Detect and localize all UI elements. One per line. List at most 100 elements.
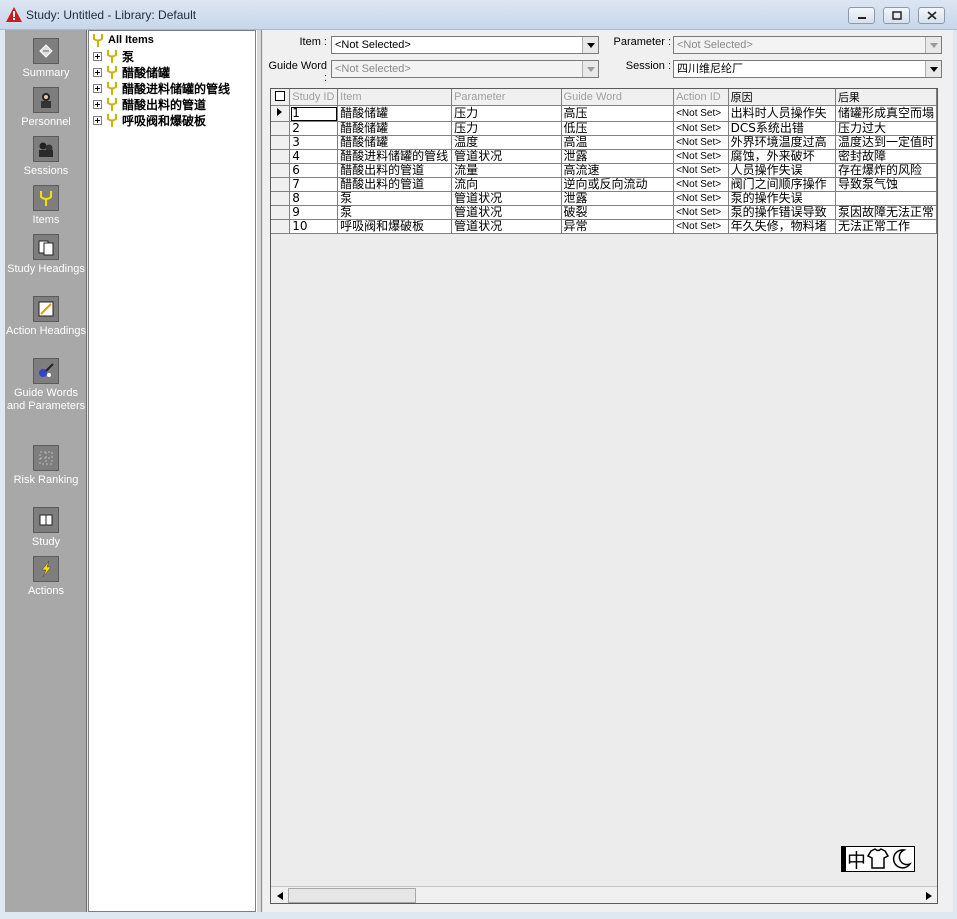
cell-action-id[interactable]: <Not Set>	[673, 163, 729, 178]
ime-drag-handle[interactable]	[842, 847, 846, 871]
nav-sessions[interactable]: Sessions	[5, 136, 87, 178]
cell-consequence[interactable]: 储罐形成真空而塌	[835, 105, 937, 122]
nav-study-headings[interactable]: Study Headings	[5, 234, 87, 276]
table-row[interactable]: 3 醋酸储罐 温度 高温 <Not Set> 外界环境温度过高 温度达到一定值时	[271, 135, 937, 150]
cell-parameter[interactable]: 管道状况	[451, 205, 562, 220]
table-row[interactable]: 4 醋酸进料储罐的管线 管道状况 泄露 <Not Set> 腐蚀，外来破坏 密封…	[271, 149, 937, 164]
minimize-button[interactable]	[848, 7, 875, 24]
cell-consequence[interactable]: 温度达到一定值时	[835, 135, 937, 150]
horizontal-scrollbar[interactable]	[271, 886, 937, 903]
cell-guide-word[interactable]: 高压	[561, 105, 675, 122]
dropdown-arrow-icon[interactable]	[925, 37, 941, 53]
dropdown-arrow-icon[interactable]	[925, 61, 941, 77]
cell-item[interactable]: 泵	[337, 205, 453, 220]
cell-study-id[interactable]: 4	[289, 149, 339, 164]
half-moon-icon[interactable]	[890, 848, 913, 870]
cell-consequence[interactable]	[835, 191, 937, 206]
table-row[interactable]: 1 醋酸储罐 压力 高压 <Not Set> 出料时人员操作失 储罐形成真空而塌	[271, 105, 937, 122]
cell-guide-word[interactable]: 异常	[561, 219, 675, 234]
cell-action-id[interactable]: <Not Set>	[673, 191, 729, 206]
table-row[interactable]: 10 呼吸阀和爆破板 管道状况 异常 <Not Set> 年久失修，物料堵 无法…	[271, 219, 937, 234]
cell-parameter[interactable]: 管道状况	[451, 149, 562, 164]
dropdown-arrow-icon[interactable]	[582, 37, 598, 53]
cell-parameter[interactable]: 流向	[451, 177, 562, 192]
cell-parameter[interactable]: 管道状况	[451, 219, 562, 234]
cell-item[interactable]: 醋酸出料的管道	[337, 163, 453, 178]
cell-cause[interactable]: 年久失修，物料堵	[728, 219, 836, 234]
cell-guide-word[interactable]: 低压	[561, 121, 675, 136]
panel-splitter[interactable]	[256, 30, 262, 912]
cell-parameter[interactable]: 压力	[451, 121, 562, 136]
ime-mode-indicator[interactable]: 中	[847, 846, 866, 873]
cell-cause[interactable]: DCS系统出错	[728, 121, 836, 136]
col-header-consequence[interactable]: 后果	[835, 89, 937, 106]
table-row[interactable]: 8 泵 管道状况 泄露 <Not Set> 泵的操作失误	[271, 191, 937, 206]
cell-action-id[interactable]: <Not Set>	[673, 177, 729, 192]
col-header-action-id[interactable]: Action ID	[673, 89, 729, 106]
scroll-left-button[interactable]	[271, 887, 288, 904]
row-selector[interactable]	[271, 163, 291, 178]
cell-guide-word[interactable]: 逆向或反向流动	[561, 177, 675, 192]
fullwidth-shirt-icon[interactable]	[866, 848, 890, 870]
cell-consequence[interactable]: 无法正常工作	[835, 219, 937, 234]
row-selector[interactable]	[271, 149, 291, 164]
tree-item[interactable]: 呼吸阀和爆破板	[93, 112, 206, 128]
cell-consequence[interactable]: 泵因故障无法正常	[835, 205, 937, 220]
expand-icon[interactable]	[93, 83, 102, 93]
nav-personnel[interactable]: Personnel	[5, 87, 87, 129]
tree-item[interactable]: 醋酸进料储罐的管线	[93, 80, 230, 96]
row-selector[interactable]	[271, 121, 291, 136]
cell-action-id[interactable]: <Not Set>	[673, 149, 729, 164]
table-row[interactable]: 6 醋酸出料的管道 流量 高流速 <Not Set> 人员操作失误 存在爆炸的风…	[271, 163, 937, 178]
cell-cause[interactable]: 阀门之间顺序操作	[728, 177, 836, 192]
nav-actions[interactable]: Actions	[5, 556, 87, 598]
cell-guide-word[interactable]: 高流速	[561, 163, 675, 178]
cell-study-id[interactable]: 7	[289, 177, 339, 192]
parameter-filter-select[interactable]: <Not Selected>	[673, 36, 942, 54]
dropdown-arrow-icon[interactable]	[582, 61, 598, 77]
row-selector[interactable]	[271, 135, 291, 150]
col-header-cause[interactable]: 原因	[728, 89, 836, 106]
cell-item[interactable]: 醋酸储罐	[337, 135, 453, 150]
cell-study-id[interactable]: 1	[289, 105, 339, 122]
table-row[interactable]: 7 醋酸出料的管道 流向 逆向或反向流动 <Not Set> 阀门之间顺序操作 …	[271, 177, 937, 192]
cell-parameter[interactable]: 压力	[451, 105, 562, 122]
tree-item[interactable]: 醋酸出料的管道	[93, 96, 206, 112]
tree-root-all-items[interactable]: All Items	[91, 32, 154, 48]
cell-item[interactable]: 醋酸储罐	[337, 105, 453, 122]
table-row[interactable]: 2 醋酸储罐 压力 低压 <Not Set> DCS系统出错 压力过大	[271, 121, 937, 136]
cell-cause[interactable]: 外界环境温度过高	[728, 135, 836, 150]
scroll-thumb[interactable]	[288, 888, 416, 903]
study-grid[interactable]: Study ID Item Parameter Guide Word Actio…	[270, 88, 938, 904]
expand-icon[interactable]	[93, 51, 102, 61]
cell-item[interactable]: 醋酸进料储罐的管线	[337, 149, 453, 164]
cell-action-id[interactable]: <Not Set>	[673, 105, 729, 122]
nav-study[interactable]: Study	[5, 507, 87, 549]
nav-items[interactable]: Items	[5, 185, 87, 227]
ime-toolbar[interactable]: 中	[841, 846, 915, 872]
cell-action-id[interactable]: <Not Set>	[673, 219, 729, 234]
cell-parameter[interactable]: 管道状况	[451, 191, 562, 206]
cell-consequence[interactable]: 导致泵气蚀	[835, 177, 937, 192]
cell-guide-word[interactable]: 泄露	[561, 149, 675, 164]
nav-guide-words[interactable]: Guide Words and Parameters	[5, 358, 87, 413]
item-filter-select[interactable]: <Not Selected>	[331, 36, 599, 54]
cell-study-id[interactable]: 2	[289, 121, 339, 136]
cell-item[interactable]: 呼吸阀和爆破板	[337, 219, 453, 234]
cell-study-id[interactable]: 3	[289, 135, 339, 150]
expand-icon[interactable]	[93, 99, 102, 109]
scroll-right-button[interactable]	[920, 887, 937, 904]
cell-guide-word[interactable]: 泄露	[561, 191, 675, 206]
cell-item[interactable]: 醋酸出料的管道	[337, 177, 453, 192]
cell-study-id[interactable]: 8	[289, 191, 339, 206]
cell-action-id[interactable]: <Not Set>	[673, 135, 729, 150]
cell-guide-word[interactable]: 高温	[561, 135, 675, 150]
cell-study-id[interactable]: 6	[289, 163, 339, 178]
cell-study-id[interactable]: 10	[289, 219, 339, 234]
row-selector[interactable]	[271, 219, 291, 234]
expand-icon[interactable]	[93, 67, 102, 77]
cell-cause[interactable]: 人员操作失误	[728, 163, 836, 178]
tree-item[interactable]: 泵	[93, 48, 134, 64]
cell-consequence[interactable]: 密封故障	[835, 149, 937, 164]
select-all-checkbox[interactable]	[271, 89, 291, 106]
